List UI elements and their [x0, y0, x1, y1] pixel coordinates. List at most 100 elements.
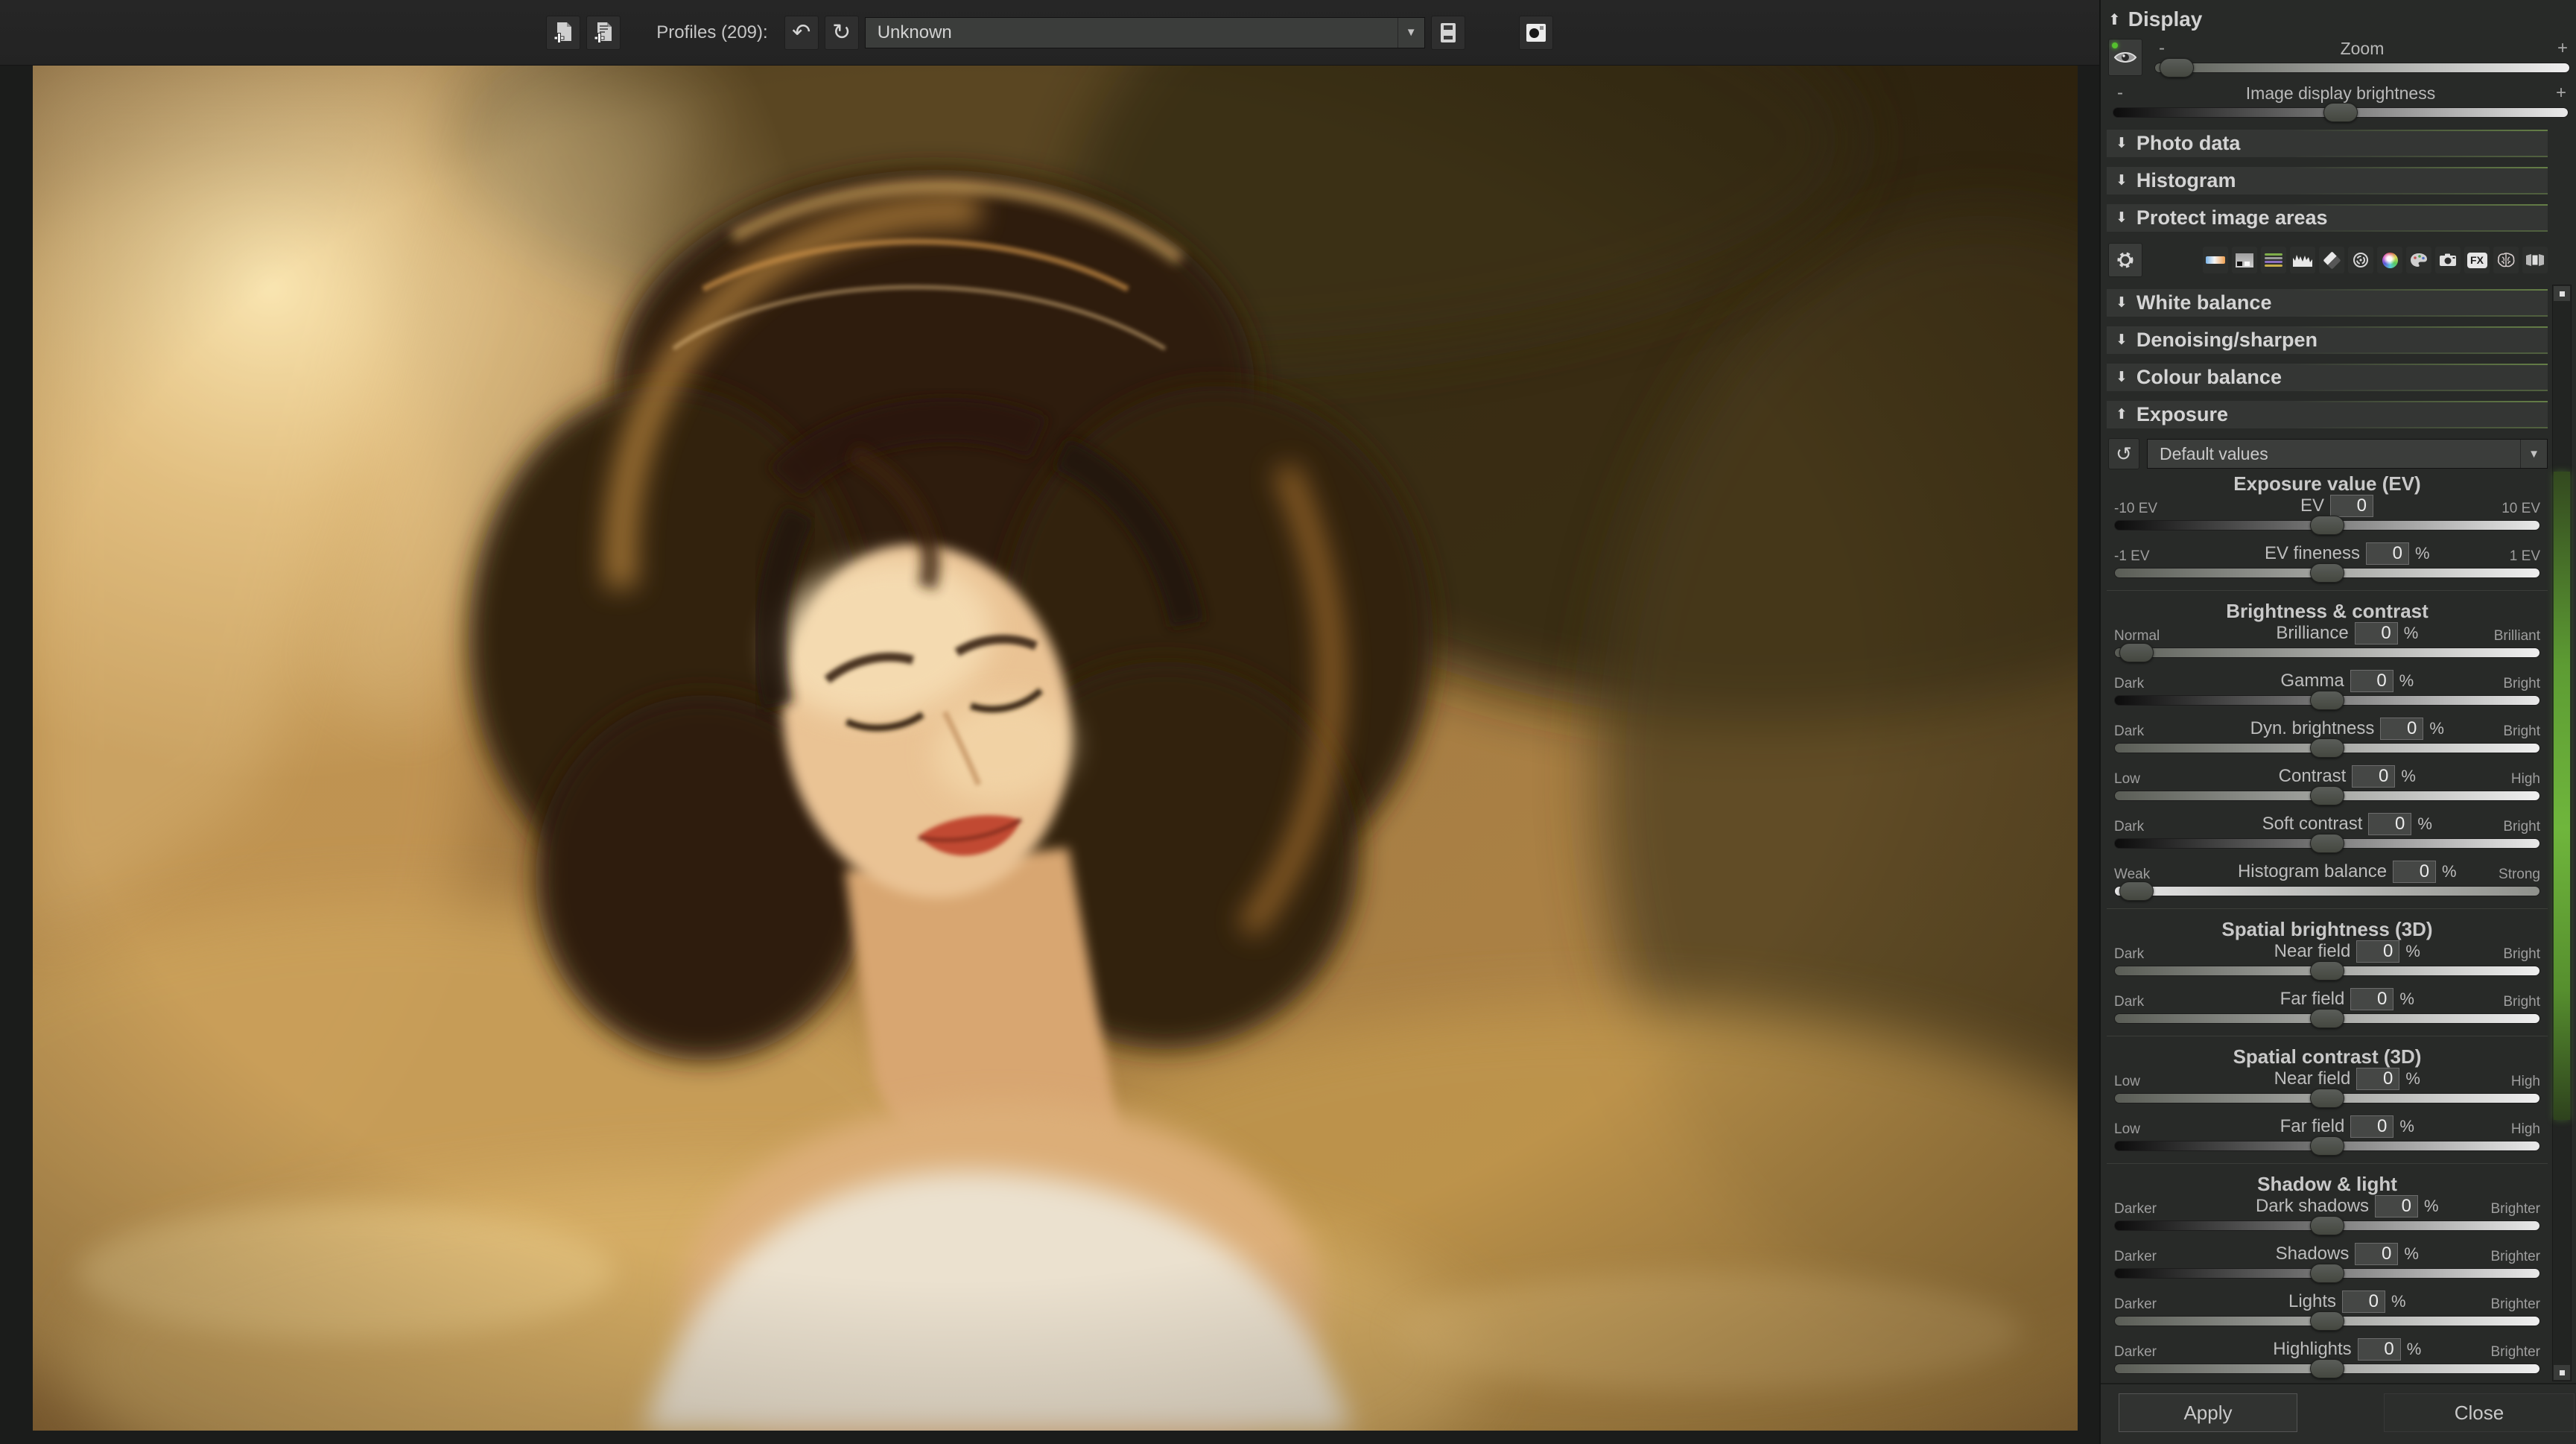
section-header-histogram[interactable]: ⬇Histogram: [2107, 167, 2548, 194]
far-field-slider[interactable]: [2114, 1013, 2540, 1024]
contrast-slider[interactable]: [2114, 791, 2540, 801]
apply-button[interactable]: Apply: [2119, 1393, 2297, 1432]
exposure-icon[interactable]: [2232, 247, 2257, 273]
dark-shadows-value-input[interactable]: [2375, 1195, 2418, 1217]
slider-thumb[interactable]: [2310, 1359, 2344, 1378]
brightness-plus-label[interactable]: +: [2554, 83, 2569, 104]
slider-thumb[interactable]: [2160, 58, 2194, 77]
lights-slider[interactable]: [2114, 1316, 2540, 1326]
scrollbar-thumb[interactable]: [2554, 472, 2570, 1120]
zoom-plus-label[interactable]: +: [2555, 38, 2570, 59]
palette-icon[interactable]: [2406, 247, 2431, 273]
dyn-brightness-slider[interactable]: [2114, 743, 2540, 753]
slider-thumb[interactable]: [2119, 643, 2154, 662]
shadows-value-input[interactable]: [2355, 1243, 2398, 1265]
scrollbar-up-button[interactable]: [2554, 286, 2570, 301]
reload-profile-button[interactable]: ↻: [825, 16, 859, 50]
shadows-slider[interactable]: [2114, 1268, 2540, 1279]
ev-fineness-slider[interactable]: [2114, 568, 2540, 578]
brilliance-value-input[interactable]: [2355, 622, 2398, 645]
section-header-photo-data[interactable]: ⬇Photo data: [2107, 130, 2548, 157]
white-balance-icon[interactable]: [2203, 247, 2228, 273]
slider-thumb[interactable]: [2310, 1216, 2344, 1235]
slider-thumb[interactable]: [2310, 1311, 2344, 1331]
max-label: Brilliant: [2494, 628, 2540, 645]
slider-thumb[interactable]: [2119, 881, 2154, 901]
ev-value-input[interactable]: [2330, 495, 2373, 517]
ev-slider[interactable]: [2114, 520, 2540, 531]
section-header-exposure[interactable]: ⬆ Exposure: [2107, 401, 2548, 428]
photo-canvas[interactable]: [33, 66, 2078, 1431]
far-field-value-input[interactable]: [2350, 1115, 2393, 1138]
histogram-balance-value-input[interactable]: [2393, 861, 2436, 883]
panel-scrollbar[interactable]: [2552, 285, 2572, 1381]
slider-thumb[interactable]: [2310, 786, 2344, 805]
zoom-minus-label[interactable]: -: [2154, 38, 2169, 59]
near-field-value-input[interactable]: [2356, 1068, 2399, 1090]
scrollbar-down-button[interactable]: [2554, 1365, 2570, 1380]
slider-thumb[interactable]: [2310, 1136, 2344, 1156]
slider-thumb[interactable]: [2310, 738, 2344, 758]
preview-toggle-button[interactable]: [2108, 39, 2142, 76]
preset-select[interactable]: Default values ▼: [2147, 439, 2548, 469]
zoom-slider-block: - Zoom +: [2154, 37, 2570, 73]
profile-select[interactable]: Unknown ▼: [865, 17, 1425, 48]
near-field-slider[interactable]: [2114, 966, 2540, 976]
slider-thumb[interactable]: [2310, 1089, 2344, 1108]
section-header-denoising-sharpen[interactable]: ⬇Denoising/sharpen: [2107, 326, 2548, 354]
panorama-icon[interactable]: [2522, 247, 2548, 273]
slider-thumb[interactable]: [2310, 691, 2344, 710]
brightness-slider[interactable]: [2113, 107, 2569, 118]
ev-fineness-value-input[interactable]: [2366, 542, 2409, 565]
add-profile-button[interactable]: [546, 16, 580, 50]
reset-preset-button[interactable]: ↺: [2108, 438, 2139, 469]
lights-value-input[interactable]: [2342, 1291, 2385, 1313]
colour-sphere-icon[interactable]: [2377, 247, 2402, 273]
section-header-display[interactable]: ⬆ Display: [2101, 0, 2576, 36]
slider-thumb[interactable]: [2310, 961, 2344, 981]
near-field-value-input[interactable]: [2356, 940, 2399, 963]
contrast-icon[interactable]: [2319, 247, 2344, 273]
histogram-icon[interactable]: [2290, 247, 2315, 273]
unit-label: %: [2405, 1069, 2425, 1089]
group-title: Spatial contrast (3D): [2114, 1045, 2540, 1068]
slider-thumb[interactable]: [2310, 563, 2344, 583]
slider-thumb[interactable]: [2310, 516, 2344, 535]
brilliance-slider[interactable]: [2114, 647, 2540, 658]
undo-profile-button[interactable]: ↶: [784, 16, 819, 50]
section-header-protect-image-areas[interactable]: ⬇Protect image areas: [2107, 204, 2548, 232]
near-field-slider[interactable]: [2114, 1093, 2540, 1103]
far-field-slider[interactable]: [2114, 1141, 2540, 1151]
tool-chips: FX: [2203, 247, 2548, 273]
close-button[interactable]: Close: [2384, 1393, 2575, 1432]
slider-thumb[interactable]: [2310, 1264, 2344, 1283]
gamma-slider[interactable]: [2114, 695, 2540, 706]
settings-button[interactable]: [2108, 243, 2142, 277]
highlights-slider[interactable]: [2114, 1364, 2540, 1374]
section-header-colour-balance[interactable]: ⬇Colour balance: [2107, 364, 2548, 391]
soft-contrast-slider[interactable]: [2114, 838, 2540, 849]
dyn-brightness-value-input[interactable]: [2380, 718, 2423, 740]
zoom-slider[interactable]: [2154, 63, 2570, 73]
ai-brain-icon[interactable]: [2493, 247, 2519, 273]
slider-thumb[interactable]: [2310, 1009, 2344, 1028]
camera-icon[interactable]: [2435, 247, 2461, 273]
section-header-white-balance[interactable]: ⬇White balance: [2107, 289, 2548, 317]
histogram-balance-slider[interactable]: [2114, 886, 2540, 896]
dark-shadows-slider[interactable]: [2114, 1220, 2540, 1231]
slider-thumb[interactable]: [2310, 834, 2344, 853]
lens-icon[interactable]: [2348, 247, 2373, 273]
section-title: Exposure: [2136, 403, 2228, 426]
gamma-value-input[interactable]: [2350, 670, 2393, 692]
add-profile-with-settings-button[interactable]: [586, 16, 621, 50]
contrast-value-input[interactable]: [2352, 765, 2395, 788]
preview-button[interactable]: [1519, 16, 1553, 50]
soft-contrast-value-input[interactable]: [2368, 813, 2411, 835]
brightness-minus-label[interactable]: -: [2113, 83, 2128, 104]
fx-icon[interactable]: FX: [2464, 247, 2490, 273]
save-profile-button[interactable]: [1431, 16, 1465, 50]
slider-thumb[interactable]: [2323, 103, 2358, 122]
highlights-value-input[interactable]: [2358, 1338, 2401, 1361]
denoise-icon[interactable]: [2261, 247, 2286, 273]
far-field-value-input[interactable]: [2350, 988, 2393, 1010]
